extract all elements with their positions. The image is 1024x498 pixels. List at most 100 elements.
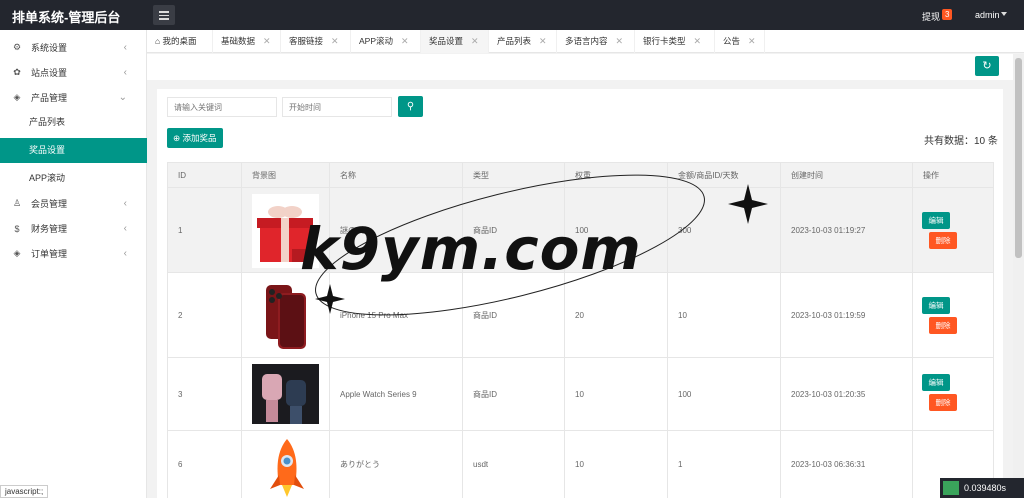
sidebar-item-site-settings[interactable]: ✿ 站点设置 ‹ <box>0 60 147 85</box>
cell-id: 1 <box>178 225 183 235</box>
sidebar-item-product-management[interactable]: ◈ 产品管理 ⌄ <box>0 85 147 110</box>
close-icon[interactable]: ✕ <box>263 36 271 46</box>
scrollbar-thumb[interactable] <box>1015 58 1022 258</box>
cell-weight: 20 <box>564 273 667 357</box>
user-menu[interactable]: admin <box>975 10 1000 20</box>
cell-created: 2023-10-03 01:19:59 <box>780 273 912 357</box>
sidebar-item-finance-management[interactable]: $ 财务管理 ‹ <box>0 216 147 241</box>
sidebar: ⚙ 系统设置 ‹ ✿ 站点设置 ‹ ◈ 产品管理 ⌄ 产品列表 奖品设置 APP… <box>0 30 147 498</box>
menu-toggle-button[interactable] <box>153 5 175 25</box>
sidebar-item-member-management[interactable]: ♙ 会员管理 ‹ <box>0 191 147 216</box>
cell-name: ありがとう <box>329 431 462 498</box>
edit-button[interactable]: 编辑 <box>922 374 950 391</box>
chevron-down-icon[interactable] <box>1001 12 1007 16</box>
cell-created: 2023-10-03 01:19:27 <box>780 188 912 272</box>
logo-icon <box>943 481 959 495</box>
sidebar-item-order-management[interactable]: ◈ 订单管理 ‹ <box>0 241 147 266</box>
cell-id: 3 <box>178 389 183 399</box>
delete-button[interactable]: 删除 <box>929 394 957 411</box>
edit-button[interactable]: 编辑 <box>922 297 950 314</box>
cell-weight: 10 <box>564 431 667 498</box>
cell-name: iPhone 15 Pro Max <box>329 273 462 357</box>
delete-button[interactable]: 删除 <box>929 232 957 249</box>
tab-label: 客服链接 <box>289 36 324 46</box>
refresh-icon: ↻ <box>982 60 992 72</box>
cell-amount: 1 <box>667 431 780 498</box>
cell-amount: 300 <box>667 188 780 272</box>
header-type: 类型 <box>462 163 564 189</box>
sidebar-item-label: 订单管理 <box>31 249 68 259</box>
close-icon[interactable]: ✕ <box>748 36 756 46</box>
chevron-left-icon: ‹ <box>123 198 127 209</box>
cell-image <box>241 273 329 357</box>
tab-label: APP滚动 <box>359 36 394 46</box>
add-prize-label: 添加奖品 <box>182 133 217 143</box>
close-icon[interactable]: ✕ <box>539 36 547 46</box>
sidebar-item-prize-settings[interactable]: 奖品设置 <box>0 138 147 163</box>
top-bar: 排单系统-管理后台 提现 3 admin <box>0 0 1024 30</box>
tab-label: 奖品设置 <box>429 36 464 46</box>
table-header: ID 背景图 名称 类型 权重 金额/商品ID/天数 创建时间 操作 <box>167 162 995 189</box>
header-background-image: 背景图 <box>241 163 329 189</box>
dollar-icon: $ <box>14 223 20 234</box>
header-actions: 操作 <box>912 163 995 189</box>
tab-label: 公告 <box>723 36 741 46</box>
iphone-image <box>252 279 319 353</box>
tab-app-scroll[interactable]: APP滚动 ✕ <box>351 30 421 53</box>
table-row: 2 iPhone 15 Pro Max 商品ID 20 10 2023-10-0… <box>167 273 994 358</box>
table-row: 3 Apple Watch Series 9 商品ID 10 100 2023-… <box>167 358 994 431</box>
home-icon: ⌂ <box>155 36 161 46</box>
tab-notice[interactable]: 公告 ✕ <box>715 30 765 53</box>
tab-label: 银行卡类型 <box>643 36 686 46</box>
sidebar-item-system-settings[interactable]: ⚙ 系统设置 ‹ <box>0 35 147 60</box>
delete-button[interactable]: 删除 <box>929 317 957 334</box>
close-icon[interactable]: ✕ <box>471 36 479 46</box>
tab-label: 多语言内容 <box>565 36 608 46</box>
tab-support-link[interactable]: 客服链接 ✕ <box>281 30 351 53</box>
sidebar-item-product-list[interactable]: 产品列表 <box>0 110 147 135</box>
add-prize-button[interactable]: ⊕ 添加奖品 <box>167 128 223 148</box>
tab-basic-data[interactable]: 基础数据 ✕ <box>213 30 281 53</box>
cell-created: 2023-10-03 01:20:35 <box>780 358 912 430</box>
tab-desktop[interactable]: ⌂ 我的桌面 <box>147 30 213 53</box>
keyword-input[interactable] <box>167 97 277 117</box>
withdraw-badge: 3 <box>942 9 953 20</box>
plus-circle-icon: ⊕ <box>173 133 181 143</box>
cell-created: 2023-10-03 06:36:31 <box>780 431 912 498</box>
refresh-button[interactable]: ↻ <box>975 56 999 76</box>
cell-actions: 编辑 删除 <box>912 188 995 272</box>
tab-product-list[interactable]: 产品列表 ✕ <box>489 30 557 53</box>
total-count: 共有数据：10 条 <box>924 136 998 147</box>
table-row: 6 ありがとう usdt 10 1 2023-10-03 06:36:31 <box>167 431 994 498</box>
tab-bank-card-type[interactable]: 银行卡类型 ✕ <box>635 30 715 53</box>
layers-icon: ◈ <box>13 92 21 102</box>
tab-prize-settings[interactable]: 奖品设置 ✕ <box>421 30 489 53</box>
apple-watch-image <box>252 364 319 424</box>
edit-button[interactable]: 编辑 <box>922 212 950 229</box>
search-icon: ⚲ <box>406 101 415 112</box>
close-icon[interactable]: ✕ <box>331 36 339 46</box>
timer-value: 0.039480s <box>964 483 1007 493</box>
cell-actions: 编辑 删除 <box>912 273 995 357</box>
page-timer: 0.039480s <box>940 478 1024 498</box>
tab-bar: ⌂ 我的桌面 基础数据 ✕ 客服链接 ✕ APP滚动 ✕ 奖品设置 ✕ 产品列表 ✕ 多语… <box>147 30 1024 53</box>
search-button[interactable]: ⚲ <box>398 96 423 117</box>
content-toolbar <box>147 54 1013 80</box>
status-bar-link: javascript:; <box>0 485 49 498</box>
chevron-left-icon: ‹ <box>123 42 127 53</box>
close-icon[interactable]: ✕ <box>616 36 624 46</box>
cell-weight: 10 <box>564 358 667 430</box>
close-icon[interactable]: ✕ <box>694 36 702 46</box>
cell-id: 2 <box>178 310 183 320</box>
start-time-input[interactable] <box>282 97 392 117</box>
tab-multilang[interactable]: 多语言内容 ✕ <box>557 30 635 53</box>
close-icon[interactable]: ✕ <box>401 36 409 46</box>
withdraw-link[interactable]: 提现 <box>922 10 940 23</box>
header-amount: 金额/商品ID/天数 <box>667 163 780 189</box>
sidebar-item-app-scroll[interactable]: APP滚动 <box>0 166 147 191</box>
cell-id: 6 <box>178 460 183 469</box>
sidebar-item-label: 财务管理 <box>31 224 68 234</box>
chevron-down-icon: ⌄ <box>118 92 127 103</box>
header-name: 名称 <box>329 163 462 189</box>
gear-icon: ⚙ <box>12 42 22 52</box>
